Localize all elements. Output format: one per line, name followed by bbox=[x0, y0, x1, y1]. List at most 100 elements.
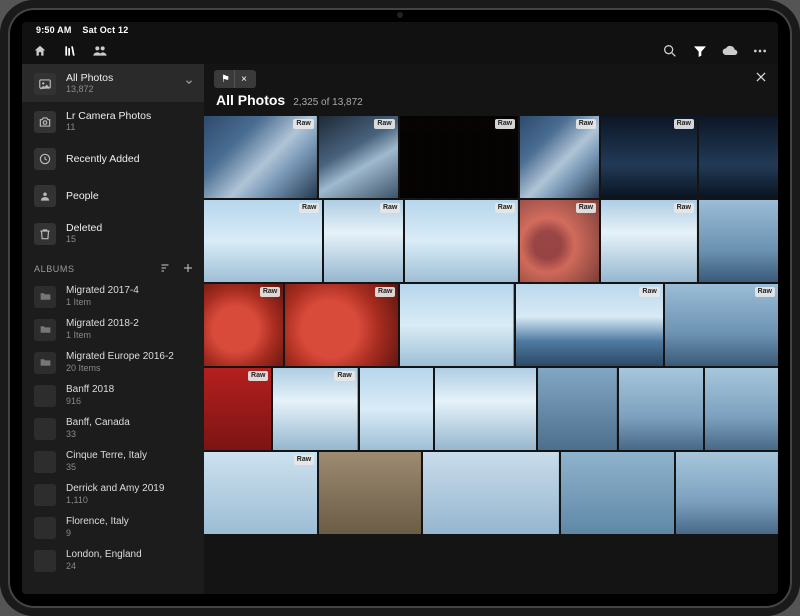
more-icon[interactable] bbox=[752, 43, 768, 59]
tablet-frame: 9:50 AM Sat Oct 12 bbox=[0, 0, 800, 616]
search-icon[interactable] bbox=[662, 43, 678, 59]
album-item[interactable]: Migrated 2018-21 Item bbox=[22, 313, 204, 346]
library-icon[interactable] bbox=[62, 43, 78, 59]
photo-thumbnail[interactable] bbox=[400, 284, 513, 366]
sidebar-item-count: 15 bbox=[66, 234, 194, 245]
home-icon[interactable] bbox=[32, 43, 48, 59]
album-item[interactable]: Florence, Italy9 bbox=[22, 511, 204, 544]
sidebar-item-label: Deleted bbox=[66, 222, 194, 234]
raw-badge: Raw bbox=[334, 371, 354, 381]
album-count: 916 bbox=[66, 396, 194, 407]
photo-thumbnail[interactable]: Raw bbox=[285, 284, 398, 366]
shared-icon[interactable] bbox=[92, 43, 108, 59]
photo-thumbnail[interactable]: Raw bbox=[601, 200, 697, 282]
raw-badge: Raw bbox=[260, 287, 280, 297]
raw-badge: Raw bbox=[380, 203, 400, 213]
folder-icon bbox=[34, 286, 56, 308]
flag-filter-icon[interactable]: ⚑ bbox=[217, 70, 235, 88]
clock-icon bbox=[34, 148, 56, 170]
folder-icon bbox=[34, 319, 56, 341]
album-title: Migrated Europe 2016-2 bbox=[66, 351, 194, 363]
album-item[interactable]: Cinque Terre, Italy35 bbox=[22, 445, 204, 478]
photo-thumbnail[interactable] bbox=[538, 368, 617, 450]
sort-icon[interactable] bbox=[160, 262, 172, 276]
photo-thumbnail[interactable]: Raw bbox=[324, 200, 403, 282]
album-title: Florence, Italy bbox=[66, 516, 194, 528]
photo-thumbnail[interactable]: Raw bbox=[400, 116, 518, 198]
album-title: Derrick and Amy 2019 bbox=[66, 483, 194, 495]
album-item[interactable]: Derrick and Amy 20191,110 bbox=[22, 478, 204, 511]
album-thumbnail bbox=[34, 517, 56, 539]
raw-badge: Raw bbox=[755, 287, 775, 297]
camera-icon bbox=[34, 111, 56, 133]
filter-icon[interactable] bbox=[692, 43, 708, 59]
app-toolbar bbox=[22, 38, 778, 64]
photo-thumbnail[interactable]: Raw bbox=[601, 116, 697, 198]
sidebar-item-recently-added[interactable]: Recently Added bbox=[22, 140, 204, 177]
photo-thumbnail[interactable] bbox=[561, 452, 674, 534]
main-count: 2,325 of 13,872 bbox=[293, 97, 363, 108]
sidebar-item-people[interactable]: People bbox=[22, 177, 204, 214]
photo-thumbnail[interactable]: Raw bbox=[665, 284, 778, 366]
album-count: 33 bbox=[66, 429, 194, 440]
photo-thumbnail[interactable] bbox=[619, 368, 703, 450]
album-item[interactable]: Migrated 2017-41 Item bbox=[22, 280, 204, 313]
album-title: Migrated 2017-4 bbox=[66, 285, 194, 297]
sidebar-item-all-photos[interactable]: All Photos13,872 bbox=[22, 64, 204, 102]
photo-thumbnail[interactable]: Raw bbox=[204, 368, 271, 450]
photo-thumbnail[interactable] bbox=[423, 452, 559, 534]
photo-thumbnail[interactable]: Raw bbox=[520, 200, 599, 282]
photo-thumbnail[interactable]: Raw bbox=[204, 116, 317, 198]
main-panel: ⚑ × All Photos 2,325 of 13,872 RawRawRaw… bbox=[204, 64, 778, 594]
sidebar-item-label: All Photos bbox=[66, 72, 174, 84]
raw-badge: Raw bbox=[248, 371, 268, 381]
main-title: All Photos bbox=[216, 92, 285, 108]
photo-thumbnail[interactable]: Raw bbox=[520, 116, 599, 198]
sidebar-item-deleted[interactable]: Deleted15 bbox=[22, 214, 204, 252]
album-item[interactable]: Banff 2018916 bbox=[22, 379, 204, 412]
photo-thumbnail[interactable] bbox=[676, 452, 778, 534]
photo-thumbnail[interactable] bbox=[699, 200, 778, 282]
cloud-icon[interactable] bbox=[722, 43, 738, 59]
clear-filter-icon[interactable]: × bbox=[235, 70, 253, 88]
photo-thumbnail[interactable]: Raw bbox=[204, 284, 283, 366]
sidebar-item-lr-camera-photos[interactable]: Lr Camera Photos11 bbox=[22, 102, 204, 140]
photo-thumbnail[interactable] bbox=[360, 368, 433, 450]
status-left: 9:50 AM Sat Oct 12 bbox=[36, 25, 128, 35]
album-title: Banff 2018 bbox=[66, 384, 194, 396]
ios-status-bar: 9:50 AM Sat Oct 12 bbox=[22, 22, 778, 38]
person-icon bbox=[34, 185, 56, 207]
photo-thumbnail[interactable]: Raw bbox=[405, 200, 518, 282]
album-title: Banff, Canada bbox=[66, 417, 194, 429]
album-item[interactable]: Migrated Europe 2016-220 Items bbox=[22, 346, 204, 379]
chevron-down-icon bbox=[184, 77, 194, 90]
photo-thumbnail[interactable] bbox=[319, 452, 421, 534]
add-album-icon[interactable] bbox=[182, 262, 194, 276]
album-title: Cinque Terre, Italy bbox=[66, 450, 194, 462]
photo-thumbnail[interactable]: Raw bbox=[273, 368, 357, 450]
album-thumbnail bbox=[34, 484, 56, 506]
status-date: Sat Oct 12 bbox=[82, 25, 128, 35]
sidebar-scroll[interactable]: All Photos13,872Lr Camera Photos11 Recent… bbox=[22, 64, 204, 594]
content: All Photos13,872Lr Camera Photos11 Recent… bbox=[22, 64, 778, 594]
raw-badge: Raw bbox=[674, 203, 694, 213]
close-panel-icon[interactable] bbox=[752, 68, 770, 86]
photo-thumbnail[interactable]: Raw bbox=[204, 452, 317, 534]
sidebar: All Photos13,872Lr Camera Photos11 Recent… bbox=[22, 64, 204, 594]
sidebar-item-label: Recently Added bbox=[66, 153, 194, 165]
album-thumbnail bbox=[34, 550, 56, 572]
raw-badge: Raw bbox=[293, 119, 313, 129]
photo-grid[interactable]: RawRawRawRawRawRawRawRawRawRawRawRawRawR… bbox=[204, 116, 778, 594]
photo-thumbnail[interactable] bbox=[435, 368, 536, 450]
album-item[interactable]: London, England24 bbox=[22, 544, 204, 577]
photo-thumbnail[interactable]: Raw bbox=[204, 200, 322, 282]
photo-thumbnail[interactable] bbox=[705, 368, 778, 450]
photo-thumbnail[interactable]: Raw bbox=[516, 284, 663, 366]
album-item[interactable]: Banff, Canada33 bbox=[22, 412, 204, 445]
active-filter-chip[interactable]: ⚑ × bbox=[214, 70, 256, 88]
front-camera bbox=[397, 12, 403, 18]
photo-thumbnail[interactable] bbox=[699, 116, 778, 198]
raw-badge: Raw bbox=[576, 203, 596, 213]
photo-thumbnail[interactable]: Raw bbox=[319, 116, 398, 198]
album-count: 1 Item bbox=[66, 297, 194, 308]
